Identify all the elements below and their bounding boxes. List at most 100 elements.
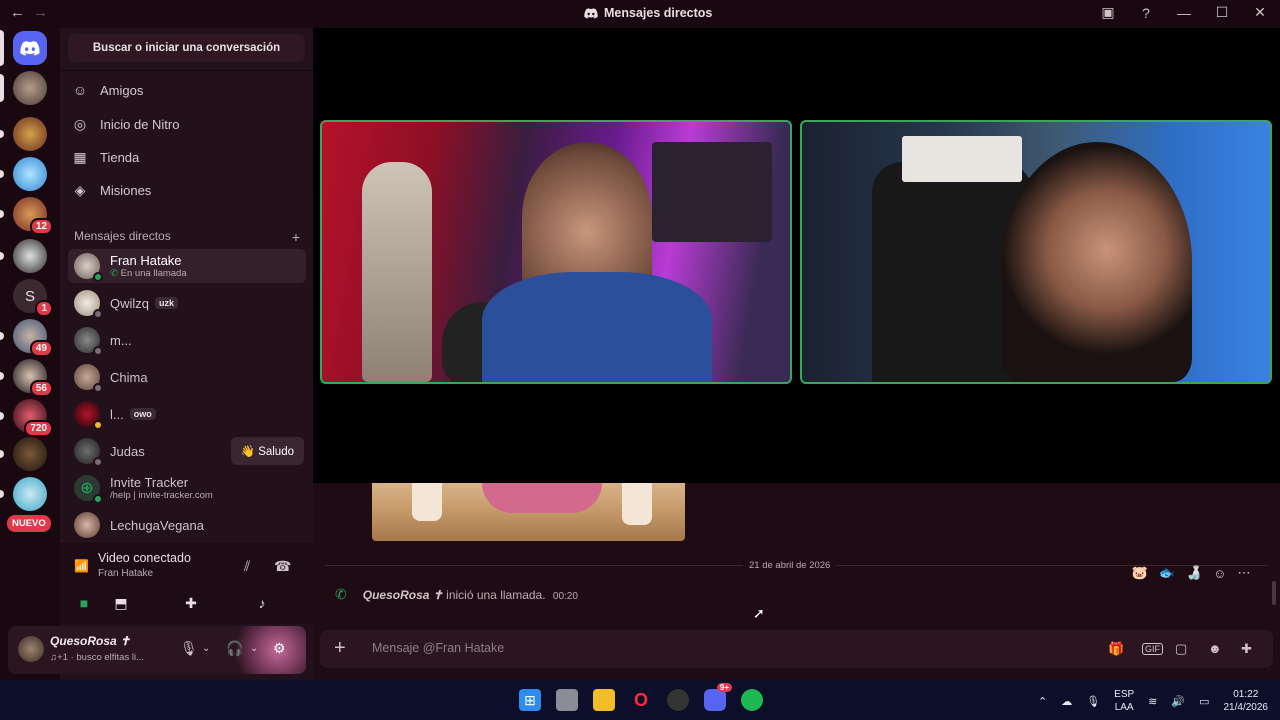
avatar[interactable] bbox=[18, 636, 44, 662]
microphone-icon[interactable]: 🎙 bbox=[180, 640, 198, 657]
maximize-icon[interactable]: ☐ bbox=[1212, 4, 1232, 21]
dm-item-judas[interactable]: Judas 👋 Saludo bbox=[68, 434, 306, 468]
search-button[interactable]: Buscar o iniciar una conversación bbox=[68, 34, 305, 62]
activities-button[interactable]: ✚ bbox=[164, 590, 218, 616]
close-icon[interactable]: ✕ bbox=[1250, 4, 1270, 21]
more-options-icon[interactable]: ⋯ bbox=[1237, 565, 1250, 581]
soundboard-button[interactable]: ♪ bbox=[235, 590, 289, 616]
gif-icon[interactable]: GIF bbox=[1142, 643, 1163, 655]
emoji-icon[interactable]: ☻ bbox=[1208, 641, 1222, 656]
start-menu-icon[interactable]: ⊞ bbox=[519, 689, 541, 711]
microphone-icon[interactable]: 🎙 bbox=[1086, 695, 1100, 708]
server-icon[interactable] bbox=[0, 437, 47, 471]
steam-icon[interactable] bbox=[667, 689, 689, 711]
help-icon[interactable]: ? bbox=[1136, 5, 1156, 21]
divider bbox=[60, 70, 313, 71]
video-tile-fran[interactable] bbox=[320, 120, 792, 384]
file-explorer-icon[interactable] bbox=[593, 689, 615, 711]
person-shirt bbox=[482, 272, 712, 382]
dm-item-l[interactable]: l... owo bbox=[68, 397, 306, 431]
server-icon[interactable]: 12 bbox=[0, 197, 53, 235]
server-icon[interactable]: 56 bbox=[0, 359, 53, 397]
signal-icon[interactable]: 📶 bbox=[74, 559, 89, 573]
volume-icon[interactable]: 🔊 bbox=[1171, 695, 1185, 708]
server-icon[interactable] bbox=[0, 477, 47, 511]
server-rail: 12 S1 49 56 720 NUEVO bbox=[0, 28, 60, 680]
server-icon[interactable] bbox=[0, 157, 47, 191]
minimize-icon[interactable]: — bbox=[1174, 5, 1194, 21]
scrollbar[interactable] bbox=[1272, 581, 1276, 605]
nav-nitro[interactable]: ◎ Inicio de Nitro bbox=[72, 108, 180, 140]
task-view-icon[interactable] bbox=[556, 689, 578, 711]
opera-icon[interactable]: O bbox=[630, 689, 652, 711]
chevron-down-icon[interactable]: ⌄ bbox=[202, 643, 210, 654]
dm-item-fran-hatake[interactable]: Fran Hatake ✆ En una llamada bbox=[68, 249, 306, 283]
server-icon[interactable]: S1 bbox=[13, 279, 53, 317]
screen-share-button[interactable]: ⬒ bbox=[94, 590, 148, 616]
shop-icon: ▦ bbox=[73, 148, 87, 165]
add-reaction-icon[interactable]: ☺ bbox=[1213, 566, 1226, 581]
add-attachment-button[interactable]: + bbox=[334, 637, 346, 660]
nav-shop[interactable]: ▦ Tienda bbox=[72, 141, 139, 173]
server-icon[interactable] bbox=[0, 117, 47, 151]
battery-icon[interactable]: ▭ bbox=[1199, 695, 1209, 708]
nav-friends[interactable]: ☺ Amigos bbox=[72, 74, 144, 106]
apps-icon[interactable]: ✚ bbox=[1241, 641, 1252, 657]
voice-channel[interactable]: Fran Hatake bbox=[98, 568, 153, 579]
wifi-icon[interactable]: ≋ bbox=[1148, 695, 1157, 708]
settings-gear-icon[interactable]: ⚙ bbox=[273, 640, 286, 657]
nav-quests[interactable]: ◈ Misiones bbox=[72, 174, 152, 206]
message-input[interactable]: Mensaje @Fran Hatake bbox=[372, 641, 504, 655]
discord-taskbar-icon[interactable]: 9+ bbox=[704, 683, 732, 711]
system-tray: ⌃ ☁ 🎙 ESP LAA ≋ 🔊 ▭ 01:22 21/4/2026 bbox=[1038, 688, 1268, 714]
add-dm-button[interactable]: + bbox=[292, 229, 300, 245]
back-arrow-icon[interactable]: ← bbox=[10, 4, 25, 21]
new-badge: NUEVO bbox=[7, 515, 51, 532]
message-hover-toolbar: 🐷 🐟 🍶 ☺ ⋯ bbox=[1126, 560, 1256, 586]
disconnect-icon[interactable]: ☎ bbox=[274, 558, 291, 575]
message-author[interactable]: QuesoRosa ✝ bbox=[363, 588, 443, 602]
username[interactable]: QuesoRosa ✝ bbox=[50, 634, 130, 648]
spotify-icon[interactable] bbox=[741, 689, 763, 711]
server-icon[interactable] bbox=[0, 239, 47, 273]
headphones-icon[interactable]: 🎧 bbox=[226, 640, 243, 657]
language-indicator[interactable]: ESP LAA bbox=[1114, 688, 1134, 714]
reaction-fish-icon[interactable]: 🐟 bbox=[1159, 565, 1175, 581]
wave-button[interactable]: 👋 Saludo bbox=[230, 437, 304, 465]
sticker-icon[interactable]: ▢ bbox=[1175, 641, 1187, 657]
dm-section-header: Mensajes directos + bbox=[74, 229, 300, 245]
soundboard-icon: ♪ bbox=[258, 595, 266, 611]
noise-suppression-icon[interactable]: ⫽ bbox=[244, 558, 250, 575]
chevron-up-icon[interactable]: ⌃ bbox=[1038, 695, 1047, 708]
chevron-down-icon[interactable]: ⌄ bbox=[250, 643, 258, 654]
voice-connection-panel: 📶 Video conectado Fran Hatake ⫽ ☎ ■ ⬒ ✚ … bbox=[60, 541, 313, 624]
date-divider-label: 21 de abril de 2026 bbox=[743, 560, 837, 571]
dm-item-invite-tracker[interactable]: ⊕ Invite Tracker /help | invite-tracker.… bbox=[68, 471, 306, 505]
discord-home-button[interactable] bbox=[0, 30, 47, 66]
screen-share-icon: ⬒ bbox=[114, 594, 128, 611]
gif-attachment[interactable] bbox=[372, 483, 685, 541]
camera-icon: ■ bbox=[79, 595, 89, 611]
inbox-icon[interactable]: ▣ bbox=[1098, 4, 1118, 21]
server-icon[interactable]: 720 bbox=[0, 399, 53, 437]
dm-item-m[interactable]: m... bbox=[68, 323, 306, 357]
call-system-message: ✆ QuesoRosa ✝ inició una llamada. 00:20 bbox=[335, 586, 578, 603]
dm-item-qwilzq[interactable]: Qwilzq uzk bbox=[68, 286, 306, 320]
discord-logo-icon bbox=[20, 40, 40, 56]
reaction-bottle-icon[interactable]: 🍶 bbox=[1186, 565, 1202, 581]
gift-icon[interactable]: 🎁 bbox=[1108, 641, 1124, 657]
custom-status: ♫+1 · busco elfitas li... bbox=[50, 652, 144, 663]
avatar bbox=[74, 327, 103, 356]
video-call-stage bbox=[313, 28, 1280, 483]
reaction-pig-icon[interactable]: 🐷 bbox=[1132, 565, 1148, 581]
server-icon[interactable]: 49 bbox=[0, 319, 53, 357]
video-tile-queso[interactable] bbox=[800, 120, 1272, 384]
clock[interactable]: 01:22 21/4/2026 bbox=[1224, 688, 1269, 714]
forward-arrow-icon[interactable]: → bbox=[33, 4, 48, 21]
cloud-icon[interactable]: ☁ bbox=[1061, 695, 1072, 708]
dm-item-lechugavegana[interactable]: LechugaVegana bbox=[68, 508, 306, 542]
phone-icon: ✆ bbox=[335, 586, 347, 602]
server-icon[interactable] bbox=[0, 71, 47, 105]
title-bar: ← → Mensajes directos ▣ ? — ☐ ✕ bbox=[0, 0, 1280, 28]
dm-item-chima[interactable]: Chima bbox=[68, 360, 306, 394]
